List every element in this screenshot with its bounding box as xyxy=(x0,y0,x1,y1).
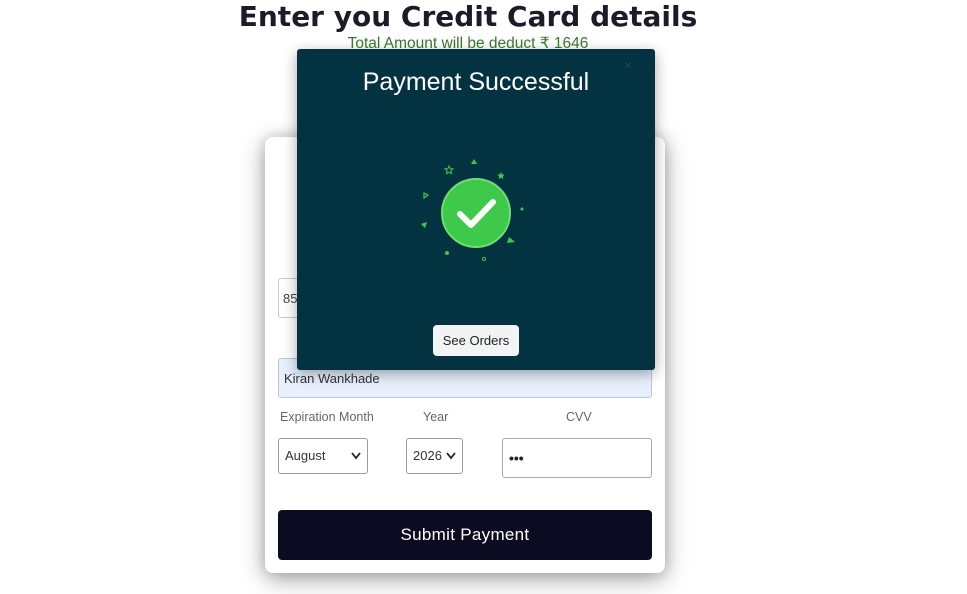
chevron-down-icon xyxy=(446,439,456,486)
page-title: Enter you Credit Card details xyxy=(238,0,698,33)
see-orders-button[interactable]: See Orders xyxy=(433,325,519,356)
cvv-label: CVV xyxy=(566,410,592,424)
expiration-month-select[interactable]: August xyxy=(278,438,368,474)
chevron-down-icon xyxy=(351,439,361,486)
year-label: Year xyxy=(423,410,449,424)
month-selected-value: August xyxy=(285,448,326,463)
payment-success-modal: × Payment Successful See Orders xyxy=(297,49,655,370)
checkmark-circle-icon xyxy=(417,149,537,269)
submit-payment-button[interactable]: Submit Payment xyxy=(278,510,652,560)
modal-title: Payment Successful xyxy=(362,68,590,96)
expiration-year-select[interactable]: 2026 xyxy=(406,438,463,474)
year-selected-value: 2026 xyxy=(413,448,442,463)
expiration-month-label: Expiration Month xyxy=(280,410,374,424)
cvv-input[interactable]: ••• xyxy=(502,438,652,478)
